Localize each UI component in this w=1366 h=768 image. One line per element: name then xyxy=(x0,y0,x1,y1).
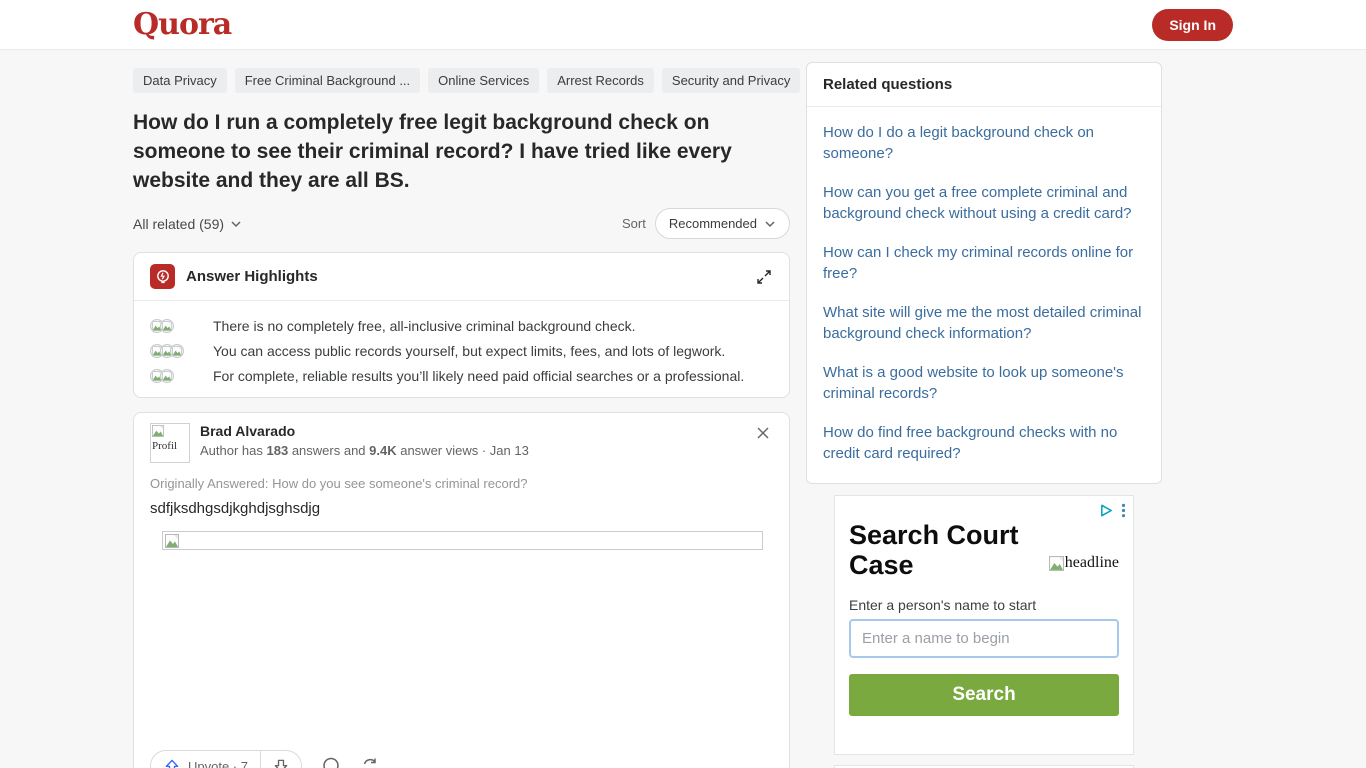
broken-image-icon xyxy=(1049,556,1064,571)
author-avatar[interactable]: Profil xyxy=(150,423,190,463)
ad-menu-dots-icon[interactable] xyxy=(1121,503,1126,518)
avatar xyxy=(170,344,184,358)
ad-controls xyxy=(1099,503,1126,518)
views-count: 9.4K xyxy=(369,443,396,458)
meta-text: answers and xyxy=(288,443,369,458)
highlight-row: There is no completely free, all-inclusi… xyxy=(150,318,773,334)
highlight-text: There is no completely free, all-inclusi… xyxy=(213,318,636,334)
question-title: How do I run a completely free legit bac… xyxy=(133,108,790,195)
topic-tag[interactable]: Online Services xyxy=(428,68,539,93)
related-questions-title: Related questions xyxy=(807,63,1161,107)
topic-tag[interactable]: Arrest Records xyxy=(547,68,654,93)
upvote-icon xyxy=(163,757,181,768)
downvote-button[interactable] xyxy=(261,751,301,768)
avatar xyxy=(160,319,174,333)
related-question-link[interactable]: How do I do a legit background check on … xyxy=(807,113,1161,173)
all-related-dropdown[interactable]: All related (59) xyxy=(133,216,242,232)
answer-card: Profil Brad Alvarado Author has 183 answ… xyxy=(133,412,790,768)
close-icon[interactable] xyxy=(753,423,773,443)
answer-highlights-body: There is no completely free, all-inclusi… xyxy=(134,301,789,397)
avatar-cluster xyxy=(150,344,198,358)
highlight-text: For complete, reliable results you’ll li… xyxy=(213,368,744,384)
related-question-link[interactable]: What is a good website to look up someon… xyxy=(807,353,1161,413)
chevron-down-icon xyxy=(764,218,776,230)
related-question-link[interactable]: How can I check my criminal records onli… xyxy=(807,233,1161,293)
meta-text: answer views · Jan 13 xyxy=(397,443,529,458)
related-questions-card: Related questions How do I do a legit ba… xyxy=(806,62,1162,484)
ad-broken-image: headline xyxy=(1049,546,1119,580)
answer-header: Profil Brad Alvarado Author has 183 answ… xyxy=(150,423,773,463)
broken-image-icon xyxy=(152,425,164,437)
chevron-down-icon xyxy=(230,218,242,230)
answer-actions: Upvote · 7 xyxy=(150,750,773,768)
highlight-row: You can access public records yourself, … xyxy=(150,343,773,359)
avatar xyxy=(160,369,174,383)
ad-image-alt-text: headline xyxy=(1065,554,1119,572)
related-question-link[interactable]: How can you get a free complete criminal… xyxy=(807,173,1161,233)
author-meta: Author has 183 answers and 9.4K answer v… xyxy=(200,443,529,458)
topic-tag[interactable]: Free Criminal Background ... xyxy=(235,68,420,93)
meta-text: Author has xyxy=(200,443,267,458)
sign-in-button[interactable]: Sign In xyxy=(1152,9,1233,41)
originally-answered: Originally Answered: How do you see some… xyxy=(150,476,773,491)
lightbulb-icon xyxy=(150,264,175,289)
sort-controls: Sort Recommended xyxy=(622,208,790,239)
answer-highlights-card: Answer Highlights There is no completely… xyxy=(133,252,790,398)
ad-headline[interactable]: Search Court Case xyxy=(849,520,1034,580)
broken-image-icon xyxy=(165,534,179,548)
answers-controls: All related (59) Sort Recommended xyxy=(133,208,790,239)
main-column: Data Privacy Free Criminal Background ..… xyxy=(133,50,790,768)
sidebar: Related questions How do I do a legit ba… xyxy=(806,50,1162,768)
author-name[interactable]: Brad Alvarado xyxy=(200,423,529,439)
downvote-icon xyxy=(272,757,290,768)
quora-logo[interactable]: Quora xyxy=(133,7,231,42)
upvote-label: Upvote · 7 xyxy=(188,759,248,768)
all-related-label: All related (59) xyxy=(133,216,224,232)
related-question-link[interactable]: How do find free background checks with … xyxy=(807,413,1161,473)
name-search-input[interactable] xyxy=(849,619,1119,658)
related-questions-list: How do I do a legit background check on … xyxy=(807,107,1161,483)
repost-button[interactable] xyxy=(360,756,380,768)
expand-icon[interactable] xyxy=(755,268,773,286)
sort-dropdown[interactable]: Recommended xyxy=(655,208,790,239)
topic-tags: Data Privacy Free Criminal Background ..… xyxy=(133,68,790,93)
sort-value: Recommended xyxy=(669,216,757,231)
ad-input-label: Enter a person's name to start xyxy=(849,597,1119,613)
top-navigation-bar: Quora Sign In xyxy=(0,0,1366,50)
adchoices-icon[interactable] xyxy=(1099,503,1114,518)
avatar-cluster xyxy=(150,369,198,383)
answer-highlights-title: Answer Highlights xyxy=(186,268,318,285)
ad-header-row: Search Court Case headline xyxy=(849,520,1119,580)
answer-highlights-header: Answer Highlights xyxy=(134,253,789,301)
ad-search-button[interactable]: Search xyxy=(849,674,1119,716)
author-info: Brad Alvarado Author has 183 answers and… xyxy=(200,423,529,458)
comment-icon xyxy=(321,756,341,768)
repost-icon xyxy=(360,756,380,768)
vote-pill: Upvote · 7 xyxy=(150,750,302,768)
highlight-row: For complete, reliable results you’ll li… xyxy=(150,368,773,384)
sort-label: Sort xyxy=(622,216,646,231)
topic-tag[interactable]: Data Privacy xyxy=(133,68,227,93)
topic-tag[interactable]: Security and Privacy xyxy=(662,68,801,93)
page-content: Data Privacy Free Criminal Background ..… xyxy=(133,50,1162,768)
avatar-alt-text: Profil xyxy=(152,440,188,452)
answers-count: 183 xyxy=(267,443,289,458)
ad-card-search-court-case: Search Court Case headline Enter a perso… xyxy=(834,495,1134,755)
upvote-button[interactable]: Upvote · 7 xyxy=(151,751,260,768)
related-question-link[interactable]: What site will give me the most detailed… xyxy=(807,293,1161,353)
comment-button[interactable] xyxy=(321,756,341,768)
answer-text: sdfjksdhgsdjkghdjsghsdjg xyxy=(150,500,773,517)
highlight-text: You can access public records yourself, … xyxy=(213,343,725,359)
answer-broken-image xyxy=(162,531,763,550)
avatar-cluster xyxy=(150,319,198,333)
